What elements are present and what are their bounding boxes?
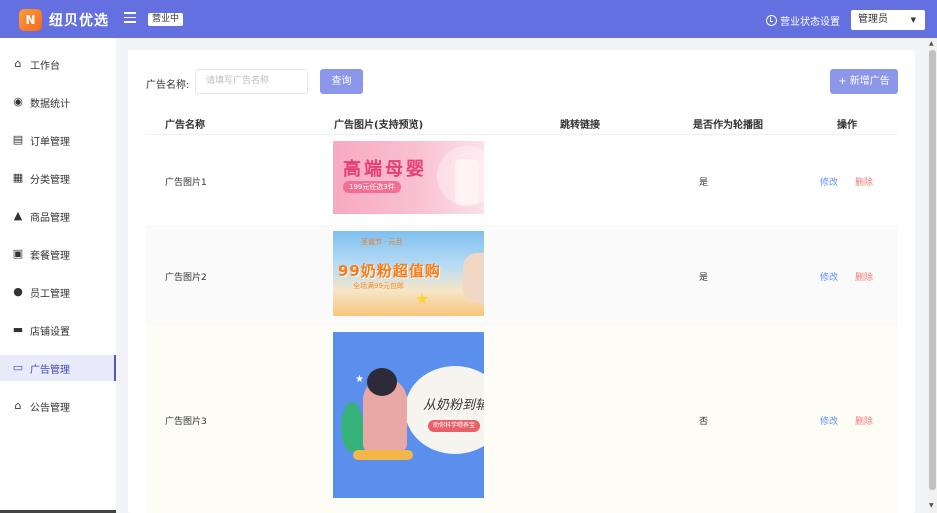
- scrollbar-thumb[interactable]: [929, 50, 936, 490]
- delete-link[interactable]: 删除: [855, 175, 873, 188]
- column-header-image: 广告图片(支持预览): [334, 120, 424, 131]
- sidebar-item-label: 公告管理: [30, 402, 70, 414]
- business-status-setting-label: 营业状态设置: [780, 17, 840, 28]
- sidebar-item-label: 员工管理: [30, 288, 70, 300]
- menu-toggle-icon[interactable]: [124, 12, 136, 24]
- column-header-name: 广告名称: [165, 120, 205, 131]
- table-row: 广告图片3 ★ 从奶粉到辅 助你科学喂养宝 否 修改 删除: [146, 326, 898, 513]
- delete-link[interactable]: 删除: [855, 270, 873, 283]
- ad-name-cell: 广告图片2: [165, 273, 207, 283]
- ads-card: 广告名称: 请填写广告名称 查询 + 新增广告 广告名称 广告图片(支持预览) …: [128, 50, 915, 513]
- home-icon: ⌂: [14, 57, 22, 70]
- sidebar-item-label: 工作台: [30, 60, 60, 72]
- star-icon: ★: [355, 374, 364, 385]
- ad-image-preview[interactable]: 高端母婴 199元任选3件: [333, 141, 484, 214]
- banner-title: 高端母婴: [343, 159, 427, 180]
- app-title: 纽贝优选: [49, 13, 109, 29]
- sidebar-item-products[interactable]: ▲ 商品管理: [0, 203, 116, 229]
- gift-icon: ▣: [12, 247, 24, 260]
- ad-name-input[interactable]: 请填写广告名称: [195, 69, 308, 94]
- banner-ground: [353, 450, 413, 460]
- logo-icon: N: [19, 9, 42, 31]
- edit-link[interactable]: 修改: [820, 270, 838, 283]
- sidebar-item-label: 套餐管理: [30, 250, 70, 262]
- role-select-value: 管理员: [858, 14, 888, 25]
- sidebar-item-statistics[interactable]: ◉ 数据统计: [0, 89, 116, 115]
- role-select[interactable]: 管理员 ▼: [851, 10, 925, 30]
- bank-icon: ⌂: [14, 399, 22, 412]
- table-row: 广告图片1 高端母婴 199元任选3件 是 修改 删除: [146, 135, 898, 225]
- sidebar-item-combos[interactable]: ▣ 套餐管理: [0, 241, 116, 267]
- chart-icon: ◉: [13, 95, 23, 108]
- sidebar: ⌂ 工作台 ◉ 数据统计 ▤ 订单管理 ▦ 分类管理 ▲ 商品管理 ▣ 套餐管理…: [0, 38, 116, 513]
- delete-link[interactable]: 删除: [855, 414, 873, 427]
- top-header: N 纽贝优选 营业中 营业状态设置 管理员 ▼: [0, 0, 937, 38]
- scroll-up-icon[interactable]: ▲: [929, 40, 934, 47]
- banner-title: 99奶粉超值购: [338, 262, 441, 280]
- status-badge: 营业中: [148, 13, 184, 26]
- monitor-icon: ▭: [12, 361, 24, 374]
- business-status-setting-button[interactable]: 营业状态设置: [766, 13, 840, 28]
- carousel-flag-cell: 否: [699, 417, 709, 427]
- banner-figure-head: [367, 368, 397, 396]
- sidebar-item-label: 分类管理: [30, 174, 70, 186]
- vertical-scrollbar[interactable]: ▲ ▼: [928, 38, 937, 513]
- grid-icon: ▦: [12, 171, 24, 184]
- dish-icon: ▲: [13, 209, 23, 222]
- ad-image-preview[interactable]: ★ 从奶粉到辅 助你科学喂养宝: [333, 332, 484, 498]
- query-button[interactable]: 查询: [320, 69, 363, 94]
- sidebar-item-shop-settings[interactable]: ▬ 店铺设置: [0, 317, 116, 343]
- banner-title: 从奶粉到辅: [423, 398, 484, 413]
- leaf-icon: [341, 402, 363, 452]
- info-icon: ●: [13, 285, 23, 298]
- sidebar-item-announcements[interactable]: ⌂ 公告管理: [0, 393, 116, 419]
- ad-name-cell: 广告图片1: [165, 178, 207, 188]
- sidebar-item-orders[interactable]: ▤ 订单管理: [0, 127, 116, 153]
- shop-icon: ▬: [12, 323, 24, 336]
- sidebar-item-categories[interactable]: ▦ 分类管理: [0, 165, 116, 191]
- carousel-flag-cell: 是: [699, 273, 709, 283]
- sidebar-item-label: 数据统计: [30, 98, 70, 110]
- clock-icon: [766, 15, 777, 26]
- ad-image-preview[interactable]: 圣诞节 · 元旦 99奶粉超值购 全场满99元包邮 ★: [333, 231, 484, 316]
- edit-link[interactable]: 修改: [820, 175, 838, 188]
- table-row: 广告图片2 圣诞节 · 元旦 99奶粉超值购 全场满99元包邮 ★ 是 修改 删…: [146, 225, 898, 326]
- sidebar-item-label: 商品管理: [30, 212, 70, 224]
- ad-name-cell: 广告图片3: [165, 417, 207, 427]
- edit-link[interactable]: 修改: [820, 414, 838, 427]
- carousel-flag-cell: 是: [699, 178, 709, 188]
- banner-product: [455, 159, 479, 205]
- ad-name-label: 广告名称:: [146, 80, 190, 91]
- sidebar-item-ads[interactable]: ▭ 广告管理: [0, 355, 116, 381]
- column-header-link: 跳转链接: [560, 120, 600, 131]
- column-header-actions: 操作: [837, 120, 857, 131]
- star-icon: ★: [415, 289, 430, 308]
- caret-down-icon: ▼: [910, 16, 916, 24]
- sidebar-item-label: 订单管理: [30, 136, 70, 148]
- banner-subtitle: 199元任选3件: [343, 181, 401, 193]
- column-header-carousel: 是否作为轮播图: [693, 120, 763, 131]
- clipboard-icon: ▤: [12, 133, 24, 146]
- banner-figure: [463, 253, 484, 303]
- sidebar-item-workbench[interactable]: ⌂ 工作台: [0, 51, 116, 77]
- sidebar-item-staff[interactable]: ● 员工管理: [0, 279, 116, 305]
- banner-subtitle: 助你科学喂养宝: [428, 420, 481, 432]
- add-ad-button[interactable]: + 新增广告: [830, 69, 898, 94]
- sidebar-item-label: 广告管理: [30, 364, 70, 376]
- scroll-down-icon[interactable]: ▼: [929, 502, 934, 509]
- banner-subtitle: 全场满99元包邮: [353, 282, 404, 290]
- sidebar-item-label: 店铺设置: [30, 326, 70, 338]
- banner-top-text: 圣诞节 · 元旦: [361, 238, 403, 246]
